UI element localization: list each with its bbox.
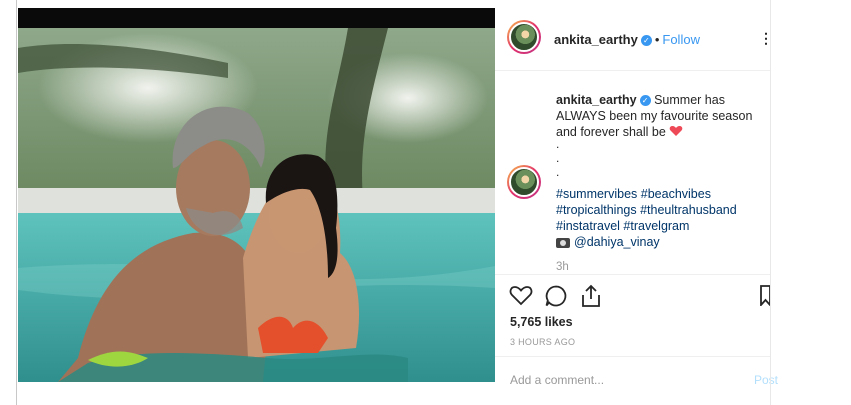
hashtag-link[interactable]: #beachvibes: [641, 187, 711, 201]
hashtag-link[interactable]: #theultrahusband: [640, 203, 737, 217]
verified-badge-icon: ✓: [640, 35, 652, 47]
hashtag-link[interactable]: #summervibes: [556, 187, 637, 201]
hashtag-link[interactable]: #instatravel: [556, 219, 620, 233]
panel-right-border: [770, 0, 771, 405]
comment-avatar[interactable]: [507, 165, 541, 199]
actions-divider: [495, 274, 771, 275]
hashtag-comment: #summervibes #beachvibes #tropicalthings…: [556, 186, 771, 250]
caption-username[interactable]: ankita_earthy: [556, 93, 637, 107]
hashtag-link[interactable]: #travelgram: [623, 219, 689, 233]
follow-button[interactable]: Follow: [662, 32, 700, 47]
post-photo-image: [18, 28, 495, 382]
post-comment-button[interactable]: Post: [754, 373, 778, 387]
heart-emoji-icon: [669, 126, 683, 136]
likes-count[interactable]: 5,765 likes: [510, 315, 573, 329]
separator-dot: •: [654, 32, 660, 47]
post-timestamp: 3 HOURS AGO: [510, 337, 576, 347]
comment-age: 3h: [556, 261, 569, 273]
post-caption: ankita_earthy ✓ Summer has ALWAYS been my…: [556, 92, 771, 140]
window-left-border: [0, 0, 18, 405]
comment-divider: [495, 356, 771, 357]
caption-dots: . . .: [556, 137, 559, 179]
hashtag-link[interactable]: #tropicalthings: [556, 203, 637, 217]
photo-top-bar: [18, 8, 495, 28]
camera-emoji-icon: [556, 237, 570, 248]
comment-icon[interactable]: [544, 284, 568, 313]
like-heart-icon[interactable]: [509, 284, 533, 311]
post-header: ankita_earthy ✓ • Follow ⋮: [495, 8, 773, 71]
post-photo[interactable]: [18, 28, 495, 382]
avatar[interactable]: [507, 20, 541, 54]
post-side-panel: ankita_earthy ✓ • Follow ⋮ ankita_earthy ✓ S…: [495, 0, 778, 405]
share-icon[interactable]: [580, 284, 602, 313]
dot-line: .: [556, 137, 560, 151]
add-comment-input[interactable]: Add a comment...: [510, 373, 604, 387]
photo-credit-link[interactable]: @dahiya_vinay: [574, 235, 660, 249]
username-link[interactable]: ankita_earthy: [554, 32, 638, 47]
verified-badge-icon: ✓: [639, 95, 651, 107]
dot-line: .: [556, 151, 560, 165]
dot-line: .: [556, 165, 560, 179]
